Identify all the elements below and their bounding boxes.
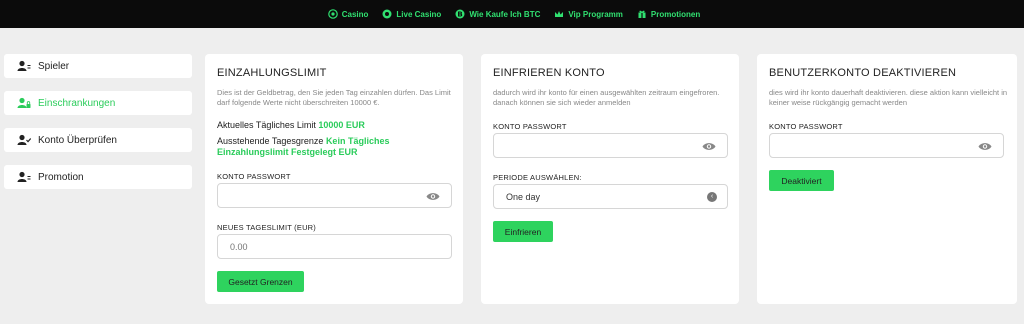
- user-check-icon: [17, 134, 31, 145]
- daily-limit-label: NEUES TAGESLIMIT (EUR): [217, 223, 316, 232]
- period-select-value: One day: [506, 191, 541, 202]
- user-lock-icon: [17, 97, 31, 108]
- user-icon: [17, 171, 31, 182]
- deactivate-account-title: BENUTZERKONTO DEAKTIVIEREN: [769, 67, 957, 79]
- eye-icon[interactable]: [702, 142, 716, 151]
- sidebar-item-label: Einschrankungen: [38, 97, 116, 109]
- sidebar-item-einschrankungen[interactable]: Einschrankungen: [4, 91, 192, 115]
- sidebar-item-label: Promotion: [38, 171, 84, 183]
- current-limit-label: Aktuelles Tägliches Limit: [217, 120, 316, 130]
- deposit-password-input[interactable]: [218, 184, 451, 207]
- daily-limit-input[interactable]: [218, 235, 451, 258]
- nav-vip-label: Vip Programm: [568, 9, 623, 19]
- deactivate-password-label: KONTO PASSWORT: [769, 122, 843, 131]
- nav-live-casino-label: Live Casino: [396, 9, 442, 19]
- current-limit-text: Aktuelles Tägliches Limit 10000 EUR: [217, 120, 365, 131]
- pending-limit-text: Ausstehende Tagesgrenze Kein Tägliches E…: [217, 136, 447, 158]
- sidebar-item-spieler[interactable]: Spieler: [4, 54, 192, 78]
- daily-limit-field: [217, 234, 452, 259]
- freeze-password-field: [493, 133, 728, 158]
- nav-casino-label: Casino: [341, 9, 369, 19]
- deactivate-password-field: [769, 133, 1004, 158]
- live-casino-icon: [382, 9, 392, 19]
- freeze-password-label: KONTO PASSWORT: [493, 122, 567, 131]
- freeze-account-title: EINFRIEREN KONTO: [493, 67, 605, 79]
- nav-btc-label: Wie Kaufe Ich BTC: [469, 9, 541, 19]
- freeze-account-description: dadurch wird ihr konto für einen ausgewä…: [493, 88, 720, 107]
- bitcoin-icon: B: [455, 9, 465, 19]
- deposit-password-field: [217, 183, 452, 208]
- eye-icon[interactable]: [978, 142, 992, 151]
- sidebar-item-label: Konto Überprüfen: [38, 134, 117, 146]
- sidebar-item-label: Spieler: [38, 60, 70, 72]
- nav-live-casino[interactable]: Live Casino: [382, 9, 441, 19]
- deactivate-button[interactable]: Deaktiviert: [769, 170, 834, 191]
- period-select[interactable]: One day ‹: [493, 184, 728, 209]
- period-label: PERIODE AUSWÄHLEN:: [493, 173, 582, 182]
- deactivate-account-card: BENUTZERKONTO DEAKTIVIEREN dies wird ihr…: [757, 54, 1017, 304]
- sidebar-item-konto-uberprufen[interactable]: Konto Überprüfen: [4, 128, 192, 152]
- nav-promotionen-label: Promotionen: [650, 9, 701, 19]
- deactivate-account-description: dies wird ihr konto dauerhaft deaktivier…: [769, 88, 1008, 107]
- sidebar: Spieler Einschrankungen Konto Überprüfen…: [4, 54, 192, 202]
- casino-icon: [327, 9, 338, 19]
- user-icon: [17, 60, 31, 71]
- sidebar-item-promotion[interactable]: Promotion: [4, 165, 192, 189]
- nav-casino[interactable]: Casino: [327, 9, 369, 19]
- deposit-limit-description: Dies ist der Geldbetrag, den Sie jeden T…: [217, 88, 451, 107]
- nav-btc[interactable]: B Wie Kaufe Ich BTC: [455, 9, 540, 19]
- svg-text:B: B: [458, 11, 463, 19]
- current-limit-value: 10000 EUR: [318, 120, 365, 130]
- deposit-password-label: KONTO PASSWORT: [217, 172, 291, 181]
- pending-limit-label: Ausstehende Tagesgrenze: [217, 136, 324, 146]
- chevron-left-icon: ‹: [707, 192, 717, 202]
- gift-icon: [638, 10, 646, 18]
- set-limits-button[interactable]: Gesetzt Grenzen: [217, 271, 304, 292]
- deactivate-password-input[interactable]: [770, 134, 1003, 157]
- eye-icon[interactable]: [426, 192, 440, 201]
- crown-icon: [555, 11, 564, 17]
- top-nav: Casino Live Casino B Wie Kaufe Ich BTC V…: [0, 0, 1024, 28]
- nav-vip[interactable]: Vip Programm: [554, 9, 623, 19]
- freeze-button[interactable]: Einfrieren: [493, 221, 553, 242]
- deposit-limit-card: EINZAHLUNGSLIMIT Dies ist der Geldbetrag…: [205, 54, 463, 304]
- deposit-limit-title: EINZAHLUNGSLIMIT: [217, 67, 327, 79]
- nav-promotionen[interactable]: Promotionen: [637, 9, 700, 19]
- freeze-account-card: EINFRIEREN KONTO dadurch wird ihr konto …: [481, 54, 739, 304]
- freeze-password-input[interactable]: [494, 134, 727, 157]
